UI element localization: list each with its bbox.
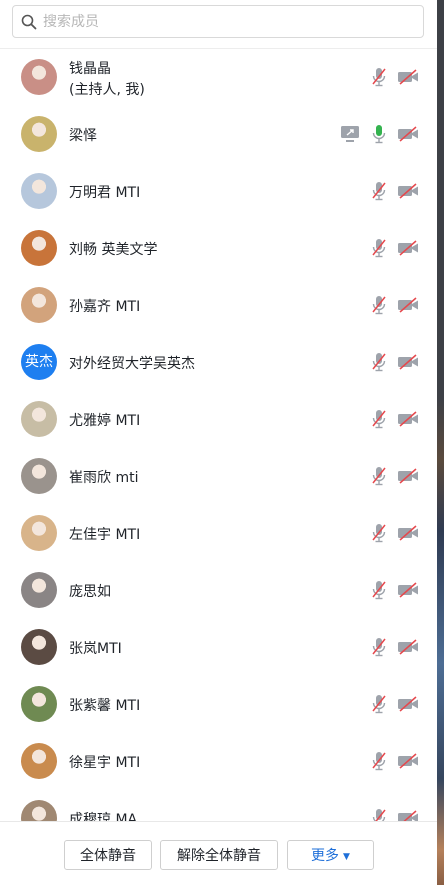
camera-off-icon[interactable] [397, 582, 419, 602]
avatar [21, 800, 57, 821]
member-name: 梁怿 [69, 128, 97, 144]
search-box[interactable] [12, 5, 424, 38]
camera-off-icon[interactable] [397, 126, 419, 146]
member-row[interactable]: 庞思如 [0, 562, 437, 619]
camera-off-icon[interactable] [397, 240, 419, 260]
member-name: 刘畅 英美文学 [69, 242, 158, 258]
caret-down-icon: ▼ [343, 852, 350, 862]
member-name: 张岚MTI [69, 641, 122, 657]
avatar [21, 515, 57, 551]
microphone-muted-icon[interactable] [371, 409, 387, 433]
camera-off-icon[interactable] [397, 810, 419, 821]
member-name: 对外经贸大学吴英杰 [69, 356, 195, 372]
member-name: 钱晶晶 [69, 61, 111, 77]
microphone-muted-icon[interactable] [371, 67, 387, 91]
microphone-muted-icon[interactable] [371, 580, 387, 604]
avatar: 英杰 [21, 344, 57, 380]
microphone-icon[interactable] [371, 124, 387, 148]
member-row[interactable]: 钱晶晶 (主持人, 我) [0, 49, 437, 106]
microphone-muted-icon[interactable] [371, 637, 387, 661]
member-row[interactable]: 刘畅 英美文学 [0, 220, 437, 277]
background-window-edge [437, 0, 444, 885]
member-row[interactable]: 左佳宇 MTI [0, 505, 437, 562]
member-name: 左佳宇 MTI [69, 527, 141, 543]
member-row[interactable]: 张紫馨 MTI [0, 676, 437, 733]
avatar [21, 743, 57, 779]
member-name: 庞思如 [69, 584, 111, 600]
footer-toolbar: 全体静音 解除全体静音 更多 ▼ [0, 821, 437, 886]
avatar [21, 59, 57, 95]
mute-all-button[interactable]: 全体静音 [64, 840, 152, 870]
search-input[interactable] [43, 11, 413, 33]
microphone-muted-icon[interactable] [371, 523, 387, 547]
camera-off-icon[interactable] [397, 639, 419, 659]
member-role: (主持人, 我) [69, 82, 145, 98]
search-bar [0, 0, 437, 49]
avatar [21, 173, 57, 209]
camera-off-icon[interactable] [397, 753, 419, 773]
member-row[interactable]: 成穆琼 MA [0, 790, 437, 821]
microphone-muted-icon[interactable] [371, 751, 387, 775]
member-row[interactable]: 张岚MTI [0, 619, 437, 676]
camera-off-icon[interactable] [397, 468, 419, 488]
camera-off-icon[interactable] [397, 525, 419, 545]
member-row[interactable]: 徐星宇 MTI [0, 733, 437, 790]
member-name: 崔雨欣 mti [69, 470, 139, 486]
avatar [21, 230, 57, 266]
member-name: 孙嘉齐 MTI [69, 299, 141, 315]
camera-off-icon[interactable] [397, 354, 419, 374]
participants-panel: 钱晶晶 (主持人, 我) 梁怿万明君 MTI 刘畅 英美文学孙嘉齐 MTI 英杰对外经贸… [0, 0, 437, 886]
microphone-muted-icon[interactable] [371, 295, 387, 319]
member-row[interactable]: 孙嘉齐 MTI [0, 277, 437, 334]
avatar [21, 686, 57, 722]
avatar [21, 458, 57, 494]
member-name: 张紫馨 MTI [69, 698, 141, 714]
more-button[interactable]: 更多 ▼ [287, 840, 374, 870]
microphone-muted-icon[interactable] [371, 238, 387, 262]
camera-off-icon[interactable] [397, 411, 419, 431]
camera-off-icon[interactable] [397, 183, 419, 203]
more-label: 更多 [311, 848, 340, 864]
microphone-muted-icon[interactable] [371, 466, 387, 490]
member-name: 成穆琼 MA [69, 812, 138, 821]
member-list[interactable]: 钱晶晶 (主持人, 我) 梁怿万明君 MTI 刘畅 英美文学 孙嘉齐 MTI 英杰 对外经贸… [0, 49, 437, 821]
camera-off-icon[interactable] [397, 69, 419, 89]
screen-share-icon[interactable] [340, 125, 360, 147]
microphone-muted-icon[interactable] [371, 808, 387, 821]
microphone-muted-icon[interactable] [371, 694, 387, 718]
member-row[interactable]: 梁怿 [0, 106, 437, 163]
avatar [21, 287, 57, 323]
unmute-all-button[interactable]: 解除全体静音 [160, 840, 278, 870]
search-icon [21, 14, 37, 30]
avatar [21, 401, 57, 437]
avatar [21, 572, 57, 608]
avatar [21, 116, 57, 152]
avatar [21, 629, 57, 665]
member-row[interactable]: 万明君 MTI [0, 163, 437, 220]
member-name: 尤雅婷 MTI [69, 413, 141, 429]
member-name: 万明君 MTI [69, 185, 141, 201]
member-name: 徐星宇 MTI [69, 755, 141, 771]
camera-off-icon[interactable] [397, 696, 419, 716]
member-row[interactable]: 崔雨欣 mti [0, 448, 437, 505]
member-row[interactable]: 英杰 对外经贸大学吴英杰 [0, 334, 437, 391]
member-row[interactable]: 尤雅婷 MTI [0, 391, 437, 448]
microphone-muted-icon[interactable] [371, 352, 387, 376]
camera-off-icon[interactable] [397, 297, 419, 317]
microphone-muted-icon[interactable] [371, 181, 387, 205]
